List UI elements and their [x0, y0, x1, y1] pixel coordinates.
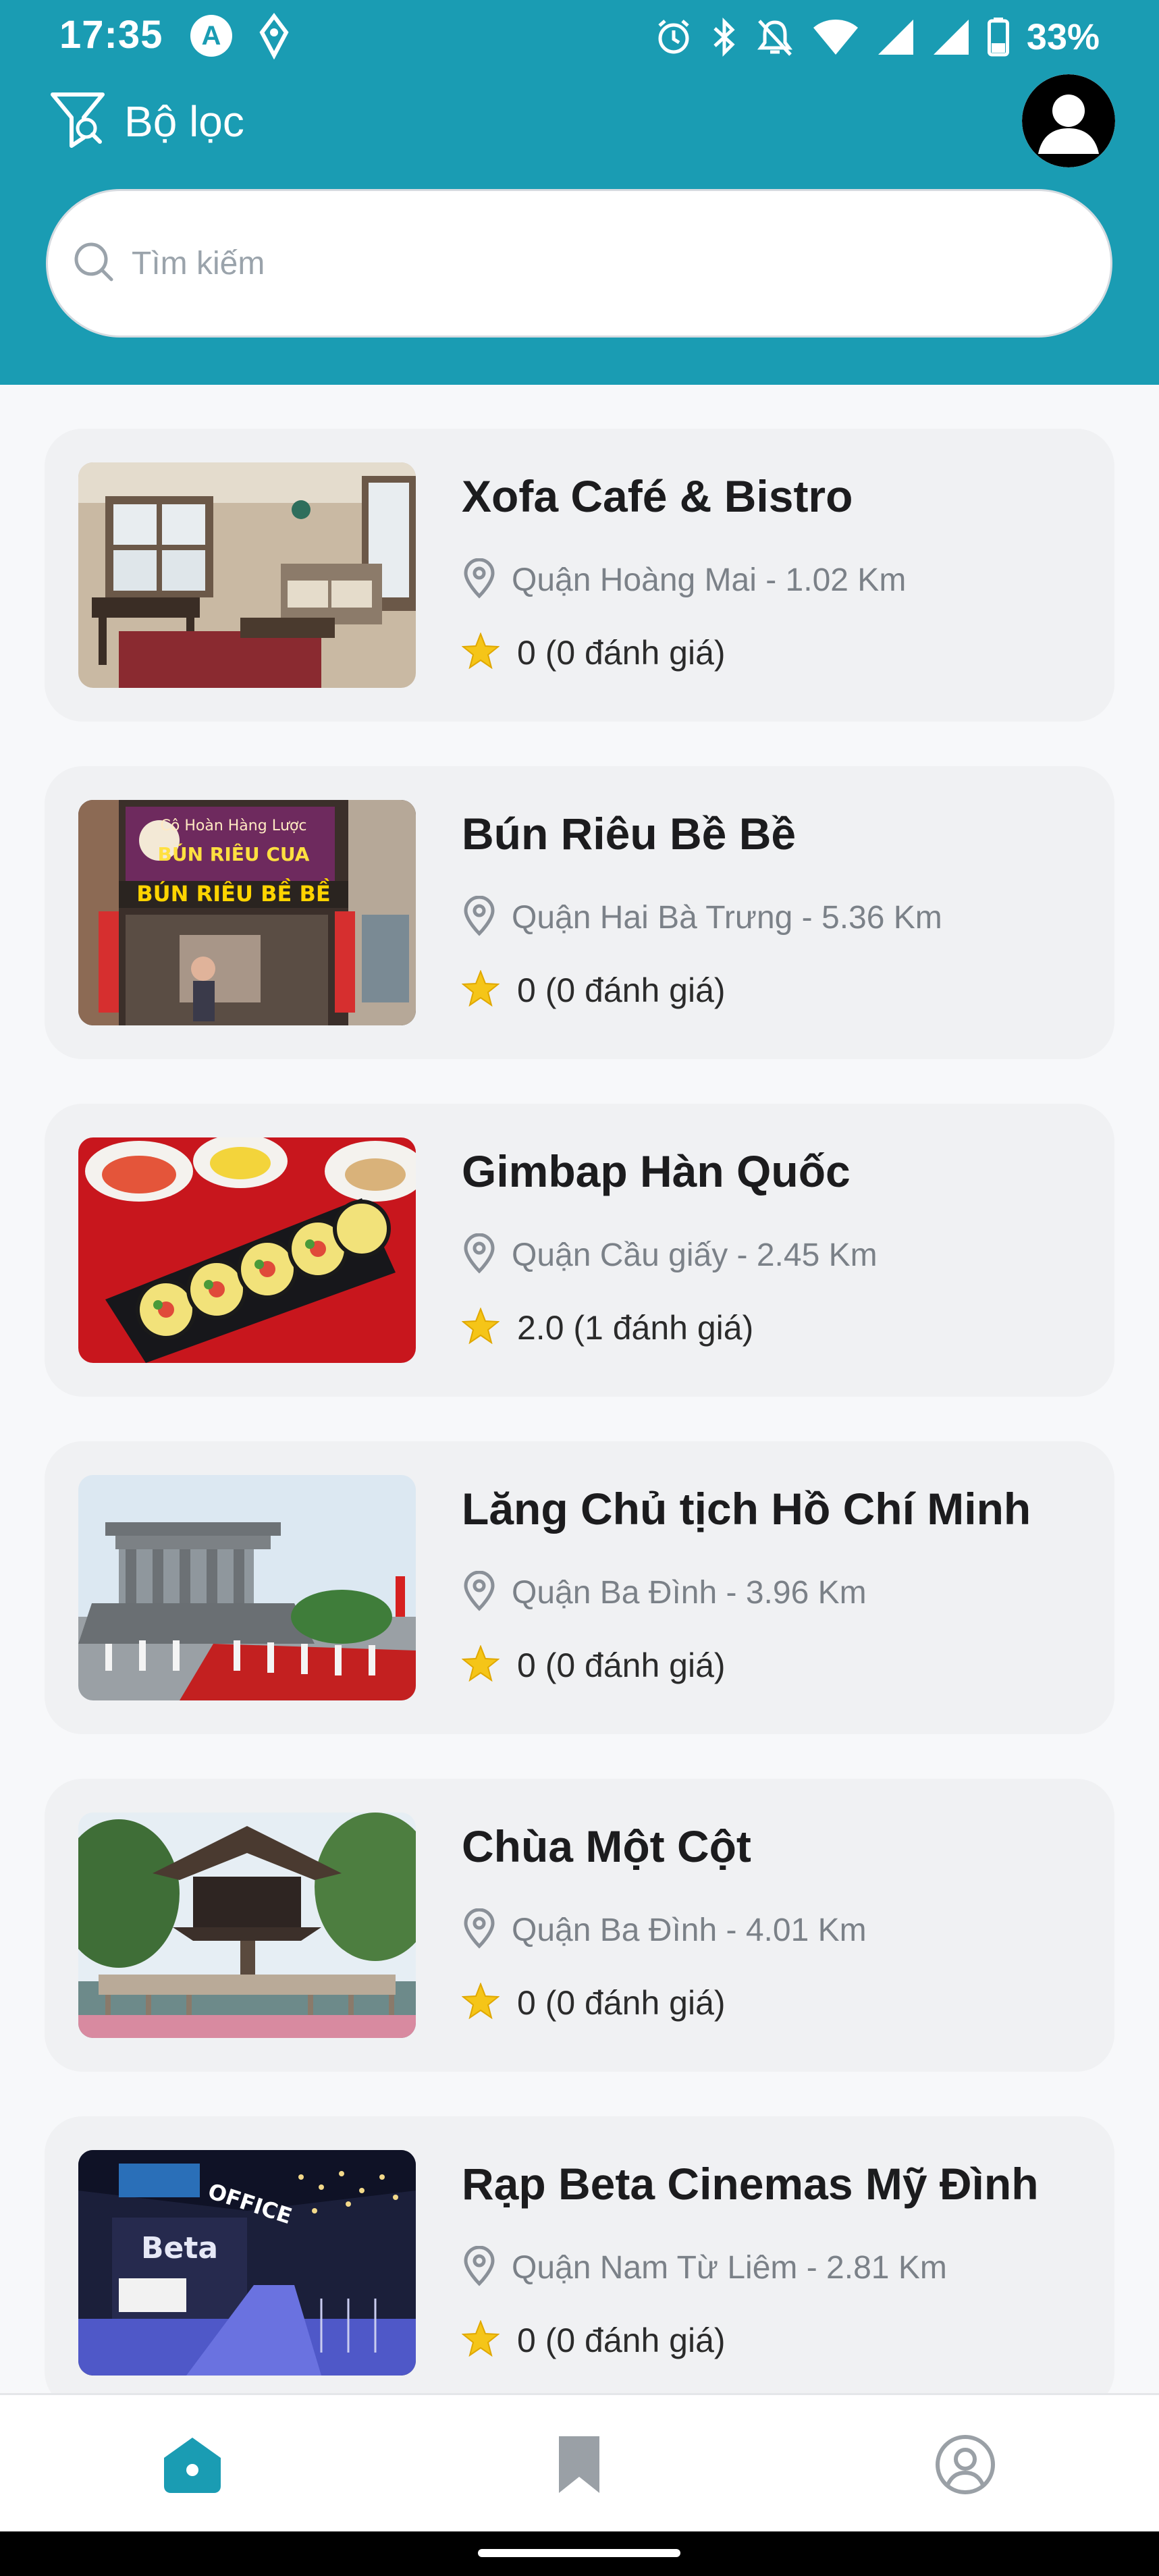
battery-icon — [987, 18, 1009, 57]
place-rating: 0 (0 đánh giá) — [461, 1982, 726, 2022]
place-rating: 0 (0 đánh giá) — [461, 969, 726, 1010]
app-header: 17:35 A 33% Bộ lọc Tìm kiếm — [0, 0, 1159, 385]
nav-profile[interactable] — [928, 2429, 1002, 2503]
star-icon — [461, 632, 500, 672]
star-icon — [461, 1982, 500, 2022]
shop-sign-bottom: BÚN RIÊU BỀ BỀ — [136, 878, 330, 907]
status-bar: 17:35 A 33% — [0, 0, 1159, 74]
signal-icon-2 — [932, 18, 970, 56]
place-name: Gimbap Hàn Quốc — [462, 1146, 851, 1196]
place-image-cafe — [78, 462, 416, 688]
location-text: Quận Nam Từ Liêm - 2.81 Km — [512, 2250, 947, 2286]
avatar[interactable] — [1022, 74, 1115, 167]
shop-sign-top: Cô Hoàn Hàng Lược — [161, 817, 307, 834]
location-text: Quận Ba Đình - 3.96 Km — [512, 1575, 867, 1611]
place-card[interactable]: Chùa Một Cột Quận Ba Đình - 4.01 Km 0 (0… — [45, 1779, 1114, 2072]
place-name: Xofa Café & Bistro — [462, 471, 853, 521]
bluetooth-icon — [711, 16, 738, 58]
place-card[interactable]: OFFICE Beta Rạp Beta Cinemas Mỹ Đình Quậ… — [45, 2116, 1114, 2393]
rating-text: 0 (0 đánh giá) — [517, 971, 726, 1009]
shop-sign-mid: BÚN RIÊU CUA — [158, 842, 310, 865]
location-pin-icon — [462, 1233, 497, 1277]
location-pin-icon — [462, 1908, 497, 1952]
system-gesture-area — [0, 2531, 1159, 2576]
cinema-logo: Beta — [141, 2231, 218, 2265]
place-card[interactable]: Gimbap Hàn Quốc Quận Cầu giấy - 2.45 Km … — [45, 1104, 1114, 1397]
location-notification-icon — [254, 12, 294, 60]
home-icon — [161, 2435, 223, 2498]
place-location: Quận Hai Bà Trưng - 5.36 Km — [462, 895, 942, 940]
star-icon — [461, 1307, 500, 1347]
star-icon — [461, 2319, 500, 2360]
status-time: 17:35 — [59, 13, 163, 57]
search-input[interactable] — [132, 244, 1077, 282]
rating-text: 2.0 (1 đánh giá) — [517, 1308, 754, 1347]
wifi-icon — [812, 18, 859, 56]
place-rating: 0 (0 đánh giá) — [461, 632, 726, 672]
search-bar[interactable] — [46, 189, 1112, 338]
battery-level: 33% — [1026, 17, 1100, 57]
bottom-navigation — [0, 2393, 1159, 2531]
place-location: Quận Nam Từ Liêm - 2.81 Km — [462, 2245, 947, 2290]
location-pin-icon — [462, 895, 497, 940]
place-location: Quận Cầu giấy - 2.45 Km — [462, 1233, 878, 1277]
location-pin-icon — [462, 2245, 497, 2290]
place-name: Rạp Beta Cinemas Mỹ Đình — [462, 2159, 1039, 2209]
place-location: Quận Ba Đình - 3.96 Km — [462, 1570, 867, 1615]
place-name: Bún Riêu Bề Bề — [462, 809, 797, 859]
location-pin-icon — [462, 558, 497, 602]
place-list[interactable]: Xofa Café & Bistro Quận Hoàng Mai - 1.02… — [0, 385, 1159, 2393]
location-text: Quận Cầu giấy - 2.45 Km — [512, 1237, 878, 1273]
location-pin-icon — [462, 1570, 497, 1615]
filter-button[interactable]: Bộ lọc — [49, 84, 244, 159]
place-image-pagoda — [78, 1813, 416, 2038]
signal-icon — [877, 18, 915, 56]
place-image-mausoleum — [78, 1475, 416, 1700]
location-text: Quận Ba Đình - 4.01 Km — [512, 1912, 867, 1948]
place-rating: 2.0 (1 đánh giá) — [461, 1307, 754, 1347]
status-icons: 33% — [654, 14, 1100, 61]
filter-icon — [49, 88, 107, 156]
place-rating: 0 (0 đánh giá) — [461, 1644, 726, 1685]
place-image-gimbap — [78, 1137, 416, 1363]
nav-home[interactable] — [155, 2429, 230, 2503]
location-text: Quận Hoàng Mai - 1.02 Km — [512, 562, 907, 598]
place-image-cinema: OFFICE Beta — [78, 2150, 416, 2376]
profile-icon — [934, 2434, 996, 2499]
place-card[interactable]: Cô Hoàn Hàng Lược BÚN RIÊU CUA BÚN RIÊU … — [45, 766, 1114, 1059]
gesture-handle[interactable] — [478, 2549, 680, 2557]
location-text: Quận Hai Bà Trưng - 5.36 Km — [512, 900, 942, 936]
nav-bookmark[interactable] — [542, 2429, 616, 2503]
place-rating: 0 (0 đánh giá) — [461, 2319, 726, 2360]
alarm-icon — [654, 18, 693, 57]
place-card[interactable]: Xofa Café & Bistro Quận Hoàng Mai - 1.02… — [45, 429, 1114, 722]
place-name: Lăng Chủ tịch Hồ Chí Minh — [462, 1484, 1031, 1534]
rating-text: 0 (0 đánh giá) — [517, 1983, 726, 2022]
app-notification-icon: A — [190, 15, 232, 57]
place-card[interactable]: Lăng Chủ tịch Hồ Chí Minh Quận Ba Đình -… — [45, 1441, 1114, 1734]
star-icon — [461, 1644, 500, 1685]
rating-text: 0 (0 đánh giá) — [517, 1646, 726, 1684]
filter-label: Bộ lọc — [124, 97, 244, 146]
place-location: Quận Hoàng Mai - 1.02 Km — [462, 558, 906, 602]
bookmark-icon — [555, 2434, 603, 2499]
rating-text: 0 (0 đánh giá) — [517, 633, 726, 672]
star-icon — [461, 969, 500, 1010]
place-name: Chùa Một Cột — [462, 1821, 751, 1871]
mute-icon — [755, 17, 794, 57]
rating-text: 0 (0 đánh giá) — [517, 2321, 726, 2359]
search-icon — [72, 240, 115, 287]
place-location: Quận Ba Đình - 4.01 Km — [462, 1908, 867, 1952]
place-image-shop: Cô Hoàn Hàng Lược BÚN RIÊU CUA BÚN RIÊU … — [78, 800, 416, 1025]
